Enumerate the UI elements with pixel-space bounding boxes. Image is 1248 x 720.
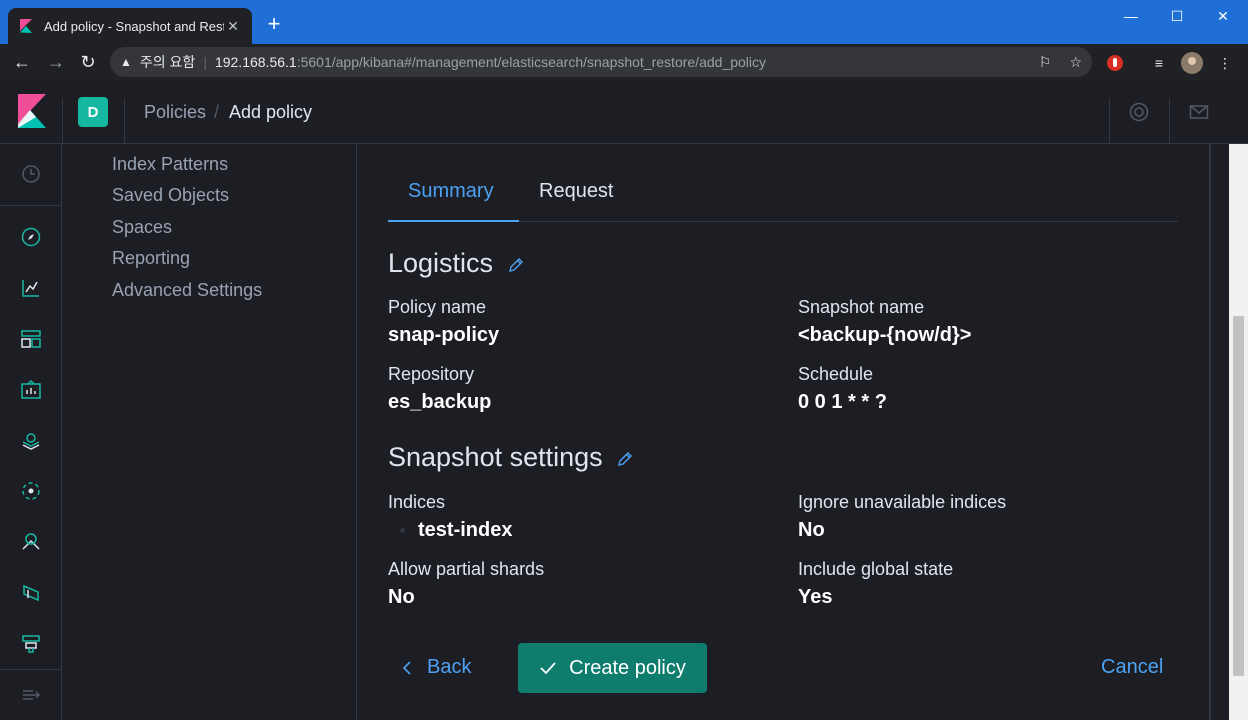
tab-close-icon[interactable]: ✕ [224,18,242,35]
address-bar[interactable]: ▲ 주의 요함 | 192.168.56.1 :5601/app/kibana#… [110,47,1092,77]
forward-nav-icon[interactable]: → [40,46,72,78]
back-button[interactable]: Back [401,656,471,679]
snapshot-settings-heading: Snapshot settings [388,442,634,473]
collapse-nav-icon[interactable] [20,684,42,706]
list-bullet [400,528,405,533]
warning-icon: ▲ [120,55,132,69]
create-policy-label: Create policy [569,656,686,679]
review-tabs: Summary Request [388,166,1178,222]
header-divider [1109,98,1110,144]
schedule-value: 0 0 1 * * ? [798,391,887,413]
indices-label: Indices [388,492,446,512]
minimize-button[interactable]: — [1108,0,1154,32]
dashboard-icon[interactable] [20,328,42,350]
back-button-label: Back [427,656,472,678]
snapshot-settings-heading-text: Snapshot settings [388,442,603,472]
header-divider [1169,98,1170,144]
kibana-logo-icon[interactable] [18,94,46,128]
space-avatar[interactable]: D [78,97,108,127]
new-tab-button[interactable]: + [262,12,286,36]
sidebar-item-reporting[interactable]: Reporting [112,248,190,269]
content-right-gutter [1209,144,1229,720]
breadcrumb-separator: / [214,102,220,122]
policy-name-label: Policy name [388,297,487,317]
profile-avatar[interactable] [1181,52,1203,74]
sidebar-item-index-patterns[interactable]: Index Patterns [112,154,228,175]
chevron-left-icon [402,660,411,675]
page-scrollbar[interactable] [1229,144,1248,720]
check-icon [540,662,556,675]
repository-label: Repository [388,364,475,384]
newsfeed-mail-icon[interactable] [1189,102,1209,122]
breadcrumb-policies[interactable]: Policies [144,102,206,123]
window-close-button[interactable]: ✕ [1200,0,1246,32]
browser-tab[interactable]: Add policy - Snapshot and Rest ✕ [8,8,252,44]
nav-divider [0,205,62,206]
header-divider [124,98,125,144]
bookmark-star-icon[interactable]: ☆ [1069,54,1082,71]
header-divider [62,98,63,144]
edit-settings-pencil-icon[interactable] [616,450,634,468]
canvas-icon[interactable] [20,379,42,401]
snapshot-name-label: Snapshot name [798,297,925,317]
ignore-unavailable-label: Ignore unavailable indices [798,492,1007,512]
kibana-favicon-icon [20,19,32,33]
management-icon[interactable] [20,633,42,655]
indices-value: test-index [418,519,513,541]
partial-shards-label: Allow partial shards [388,559,545,579]
edit-logistics-pencil-icon[interactable] [507,256,525,274]
global-state-value: Yes [798,586,833,608]
url-host: 192.168.56.1 [214,54,297,70]
recent-clock-icon[interactable] [20,163,42,185]
partial-shards-value: No [388,586,415,608]
logs-icon[interactable] [20,582,42,604]
policy-name-value: snap-policy [388,324,500,346]
browser-menu-icon[interactable]: ⋮ [1214,52,1236,74]
nav-divider [0,669,62,670]
url-separator: | [203,54,207,70]
back-nav-icon[interactable]: ← [6,46,38,78]
tab-request[interactable]: Request [539,180,614,203]
snapshot-name-value: <backup-{now/d}> [798,324,972,346]
maximize-button[interactable]: ☐ [1154,0,1200,32]
help-icon[interactable] [1129,102,1149,122]
schedule-label: Schedule [798,364,874,384]
repository-value: es_backup [388,391,492,413]
translate-icon[interactable]: ⚐ [1039,54,1052,71]
tab-summary[interactable]: Summary [408,180,494,203]
breadcrumb-current: Add policy [229,102,313,122]
maps-icon[interactable] [20,430,42,452]
ignore-unavailable-value: No [798,519,825,541]
url-path: :5601/app/kibana#/management/elasticsear… [296,54,767,70]
discover-compass-icon[interactable] [20,226,42,248]
logistics-heading: Logistics [388,248,525,279]
reload-icon[interactable]: ↻ [72,46,104,78]
policy-review-panel: Summary Request Logistics Policy name sn… [357,144,1209,720]
sidebar-item-saved-objects[interactable]: Saved Objects [112,185,229,206]
media-control-icon[interactable]: ≡ [1148,52,1170,74]
logistics-heading-text: Logistics [388,248,494,278]
tab-title: Add policy - Snapshot and Rest [44,18,224,34]
visualize-chart-icon[interactable] [20,277,42,299]
scrollbar-thumb[interactable] [1233,316,1244,676]
insecure-label: 주의 요함 [139,54,196,70]
create-policy-button[interactable]: Create policy [518,643,707,693]
global-state-label: Include global state [798,559,954,579]
kibana-nav-rail [0,144,62,720]
infrastructure-icon[interactable] [20,531,42,553]
management-sidebar: Index Patterns Saved Objects Spaces Repo… [62,144,357,720]
adblock-extension-icon[interactable] [1104,52,1126,74]
machine-learning-icon[interactable] [20,480,42,502]
cancel-button[interactable]: Cancel [1101,656,1163,679]
browser-titlebar: Add policy - Snapshot and Rest ✕ + — ☐ ✕ [0,0,1248,44]
sidebar-item-spaces[interactable]: Spaces [112,217,172,238]
sidebar-item-advanced-settings[interactable]: Advanced Settings [112,280,262,301]
kibana-header: D Policies / Add policy [0,80,1248,144]
active-tab-indicator [388,220,519,222]
browser-toolbar: ← → ↻ ▲ 주의 요함 | 192.168.56.1 :5601/app/k… [0,44,1248,80]
